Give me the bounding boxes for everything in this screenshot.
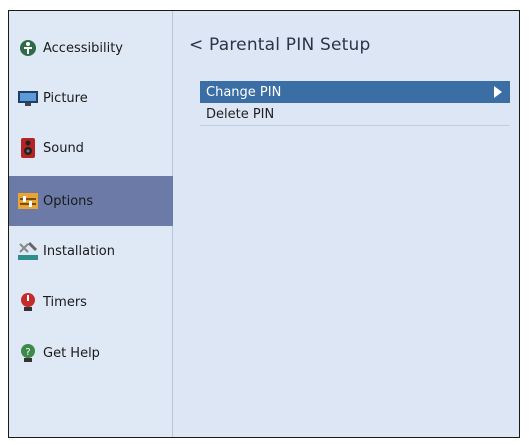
sound-icon (17, 137, 39, 159)
menu-item-label: Delete PIN (206, 107, 275, 122)
sidebar: Accessibility Picture Sound Options Inst… (9, 11, 173, 437)
svg-text:?: ? (25, 347, 30, 358)
sidebar-item-timers[interactable]: Timers (9, 277, 173, 327)
main-panel: < Parental PIN Setup Change PIN Delete P… (173, 11, 519, 437)
sidebar-item-label: Accessibility (43, 40, 123, 56)
sidebar-item-label: Installation (43, 243, 116, 259)
sidebar-item-sound[interactable]: Sound (9, 123, 173, 173)
sidebar-item-label: Get Help (43, 345, 100, 361)
menu-item-change-pin[interactable]: Change PIN (200, 81, 510, 103)
installation-icon (17, 240, 39, 262)
sidebar-item-options[interactable]: Options (9, 176, 173, 226)
sidebar-item-label: Options (43, 193, 94, 209)
chevron-right-icon (494, 86, 502, 98)
page-title[interactable]: < Parental PIN Setup (189, 35, 370, 55)
sidebar-item-label: Sound (43, 140, 84, 156)
sidebar-item-picture[interactable]: Picture (9, 73, 173, 123)
sidebar-item-installation[interactable]: Installation (9, 226, 173, 276)
sidebar-item-accessibility[interactable]: Accessibility (9, 23, 173, 73)
sidebar-item-label: Timers (43, 294, 87, 310)
get-help-icon: ? (17, 342, 39, 364)
timers-icon (17, 291, 39, 313)
menu-item-label: Change PIN (206, 84, 282, 100)
settings-frame: Accessibility Picture Sound Options Inst… (8, 10, 520, 438)
sidebar-item-get-help[interactable]: ? Get Help (9, 328, 173, 378)
options-icon (17, 190, 39, 212)
sidebar-item-label: Picture (43, 90, 88, 106)
picture-icon (17, 87, 39, 109)
accessibility-icon (17, 37, 39, 59)
menu-item-delete-pin[interactable]: Delete PIN (200, 104, 510, 126)
